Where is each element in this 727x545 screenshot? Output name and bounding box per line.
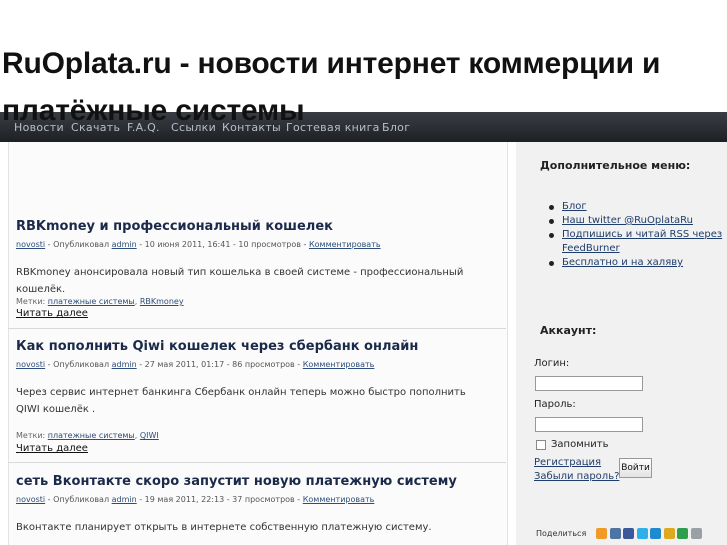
post-category-link[interactable]: novosti <box>16 240 45 249</box>
bullet-icon <box>549 233 554 238</box>
post-meta-text: - 19 мая 2011, 22:13 - 37 просмотров - <box>136 495 303 504</box>
remember-checkbox[interactable] <box>536 440 546 450</box>
login-input[interactable] <box>535 376 643 391</box>
post-category-link[interactable]: novosti <box>16 495 45 504</box>
tags-label: Метки: <box>16 431 48 440</box>
post-meta: novosti - Опубликовал admin - 10 июня 20… <box>16 240 381 249</box>
twitter-icon[interactable] <box>636 528 648 539</box>
remember-label: Запомнить <box>551 439 609 450</box>
tag-link[interactable]: платежные системы <box>48 431 135 440</box>
post-tags: Метки: платежные системы, RBKmoney <box>16 297 184 306</box>
tag-link[interactable]: RBKmoney <box>140 297 184 306</box>
post-meta-text: - Опубликовал <box>45 495 112 504</box>
password-input[interactable] <box>535 417 643 432</box>
site-title[interactable]: RuOplata.ru - новости интернет коммерции… <box>2 40 727 134</box>
menu-item: Наш twitter @RuOplataRu <box>548 214 723 228</box>
post-tags: Метки: платежные системы, QIWI <box>16 431 159 440</box>
post-meta-text: - Опубликовал <box>45 360 112 369</box>
share-label: Поделиться <box>536 529 587 538</box>
vkontakte-icon[interactable] <box>609 528 621 539</box>
google-icon[interactable] <box>690 528 702 539</box>
tag-link[interactable]: QIWI <box>140 431 159 440</box>
post-author-link[interactable]: admin <box>112 240 137 249</box>
read-more-link[interactable]: Читать далее <box>16 308 88 319</box>
post-meta-text: - 10 июня 2011, 16:41 - 10 просмотров - <box>136 240 309 249</box>
post-category-link[interactable]: novosti <box>16 360 45 369</box>
bullet-icon <box>549 205 554 210</box>
post-author-link[interactable]: admin <box>112 360 137 369</box>
post-title[interactable]: RBKmoney и профессиональный кошелек <box>16 219 333 234</box>
odnoklassniki-icon[interactable] <box>596 528 607 539</box>
post-excerpt: Через сервис интернет банкинга Сбербанк … <box>16 387 466 415</box>
menu-item-free[interactable]: Бесплатно и на халяву <box>562 257 683 268</box>
password-label: Пароль: <box>534 399 576 410</box>
facebook-icon[interactable] <box>623 528 634 539</box>
login-button[interactable]: Войти <box>619 458 652 478</box>
register-link[interactable]: Регистрация <box>534 457 601 468</box>
post-excerpt: RBKmoney анонсировала новый тип кошелька… <box>16 267 464 295</box>
menu-item: Бесплатно и на халяву <box>548 256 723 270</box>
tag-link[interactable]: платежные системы <box>48 297 135 306</box>
account-title: Аккаунт: <box>540 324 597 337</box>
bullet-icon <box>549 219 554 224</box>
menu-item-rss[interactable]: Подпишись и читай RSS через FeedBurner <box>562 229 722 254</box>
friendfeed-icon[interactable] <box>663 528 675 539</box>
post-meta: novosti - Опубликовал admin - 27 мая 201… <box>16 360 374 369</box>
post-comment-link[interactable]: Комментировать <box>303 360 375 369</box>
livejournal-icon[interactable] <box>677 528 688 539</box>
menu-item: Подпишись и читай RSS через FeedBurner <box>548 228 723 256</box>
menu-item-twitter[interactable]: Наш twitter @RuOplataRu <box>562 215 693 226</box>
post-comment-link[interactable]: Комментировать <box>309 240 381 249</box>
extra-menu-list: Блог Наш twitter @RuOplataRu Подпишись и… <box>548 200 723 270</box>
post-meta: novosti - Опубликовал admin - 19 мая 201… <box>16 495 374 504</box>
read-more-link[interactable]: Читать далее <box>16 443 88 454</box>
moimir-icon[interactable] <box>650 528 661 539</box>
extra-menu-title: Дополнительное меню: <box>540 159 691 172</box>
tags-label: Метки: <box>16 297 48 306</box>
post-divider <box>8 462 506 463</box>
menu-item-blog[interactable]: Блог <box>562 201 587 212</box>
bullet-icon <box>549 261 554 266</box>
post-title[interactable]: сеть Вконтакте скоро запустит новую плат… <box>16 474 457 489</box>
post-title[interactable]: Как пополнить Qiwi кошелек через сбербан… <box>16 339 418 354</box>
post-comment-link[interactable]: Комментировать <box>303 495 375 504</box>
post-excerpt: Вконтакте планирует открыть в интернете … <box>16 522 432 533</box>
post-author-link[interactable]: admin <box>112 495 137 504</box>
post-meta-text: - 27 мая 2011, 01:17 - 86 просмотров - <box>136 360 303 369</box>
post-divider <box>8 328 506 329</box>
post-meta-text: - Опубликовал <box>45 240 112 249</box>
forgot-password-link[interactable]: Забыли пароль? <box>534 471 619 482</box>
menu-item: Блог <box>548 200 723 214</box>
login-label: Логин: <box>534 358 570 369</box>
